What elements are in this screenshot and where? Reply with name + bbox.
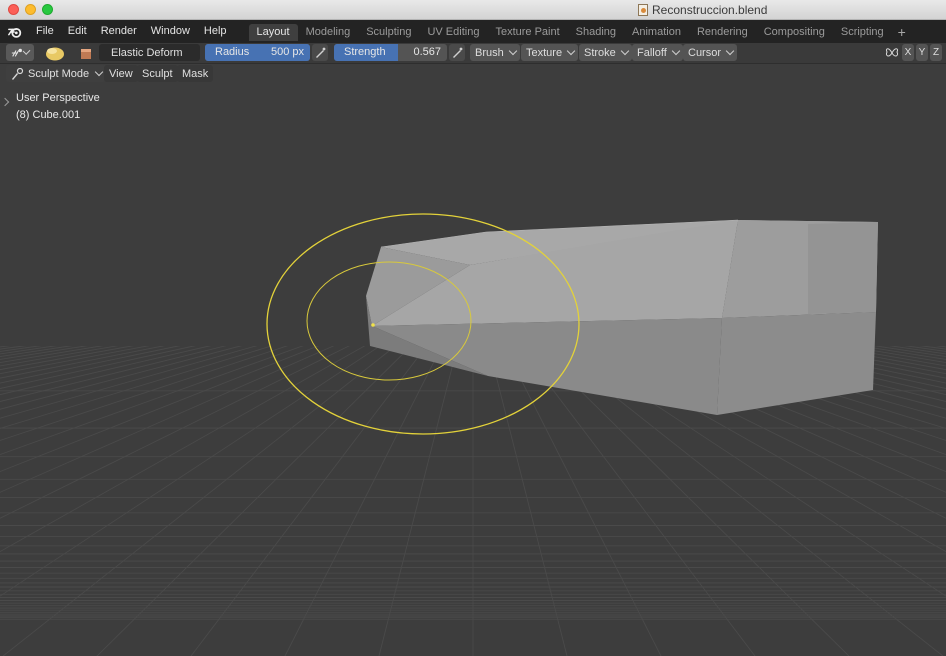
menu-mask-label: Mask	[182, 67, 209, 80]
brush-center-point	[371, 323, 375, 327]
tab-sculpting[interactable]: Sculpting	[358, 24, 419, 41]
chevron-down-icon	[725, 46, 735, 56]
tab-compositing[interactable]: Compositing	[756, 24, 833, 41]
mesh-face-front-bottom	[372, 318, 722, 415]
radius-pressure-button[interactable]	[312, 44, 328, 61]
add-workspace-button[interactable]: +	[892, 24, 912, 41]
symmetry-z-toggle[interactable]: Z	[930, 44, 942, 61]
brush-name: Elastic Deform	[111, 46, 183, 59]
butterfly-symmetry-icon	[886, 47, 898, 56]
strength-label: Strength	[344, 46, 386, 58]
menu-mask[interactable]: Mask	[177, 65, 214, 82]
viewport-header: Sculpt Mode View Sculpt Mask	[0, 64, 946, 84]
menu-file[interactable]: File	[30, 20, 62, 43]
sculpt-brush-icon	[12, 67, 24, 80]
menu-help[interactable]: Help	[198, 20, 235, 43]
brush-preview[interactable]	[40, 44, 68, 61]
brush-texture-icon	[81, 48, 91, 59]
falloff-dropdown-label: Falloff	[637, 46, 667, 59]
tab-uv-editing[interactable]: UV Editing	[419, 24, 487, 41]
pen-pressure-icon	[453, 47, 463, 58]
texture-dropdown-label: Texture	[526, 46, 563, 59]
symmetry-y-toggle[interactable]: Y	[916, 44, 928, 61]
strength-slider[interactable]: Strength 0.567	[334, 44, 447, 61]
blend-file-icon	[638, 4, 648, 16]
tab-shading[interactable]: Shading	[568, 24, 624, 41]
tool-settings-header: Elastic Deform Radius 500 px Strength 0.…	[0, 43, 946, 64]
pen-pressure-icon	[316, 47, 326, 58]
tab-modeling[interactable]: Modeling	[298, 24, 359, 41]
tab-rendering[interactable]: Rendering	[689, 24, 756, 41]
chevron-down-icon	[22, 47, 31, 55]
3d-viewport[interactable]: User Perspective (8) Cube.001	[0, 84, 946, 656]
window-title-bar: Reconstruccion.blend	[0, 0, 946, 20]
symmetry-icon	[884, 44, 900, 61]
chevron-down-icon	[671, 46, 681, 56]
viewport-object-label: (8) Cube.001	[16, 109, 81, 121]
tool-select-dropdown[interactable]	[6, 44, 34, 61]
viewport-canvas[interactable]	[0, 84, 946, 656]
axis-z-label: Z	[932, 47, 940, 58]
falloff-dropdown[interactable]: Falloff	[632, 44, 683, 61]
radius-slider[interactable]: Radius 500 px	[205, 44, 310, 61]
brush-dropdown[interactable]: Brush	[470, 44, 520, 61]
mode-label: Sculpt Mode	[28, 67, 90, 80]
menu-render[interactable]: Render	[95, 20, 145, 43]
chevron-down-icon	[94, 67, 104, 77]
zoom-window-button[interactable]	[42, 4, 53, 15]
brush-sphere-icon	[46, 47, 64, 61]
chevron-down-icon	[620, 46, 630, 56]
stroke-dropdown[interactable]: Stroke	[579, 44, 632, 61]
cursor-dropdown[interactable]: Cursor	[683, 44, 738, 61]
blender-logo-icon[interactable]	[8, 25, 22, 39]
brush-data-icon[interactable]	[76, 44, 96, 61]
menu-view[interactable]: View	[104, 65, 138, 82]
mode-dropdown[interactable]: Sculpt Mode	[6, 65, 107, 82]
window-title-text: Reconstruccion.blend	[652, 3, 768, 17]
minimize-window-button[interactable]	[25, 4, 36, 15]
brush-dropdown-label: Brush	[475, 46, 504, 59]
menu-sculpt-label: Sculpt	[142, 67, 173, 80]
mesh-face-right-panel	[808, 222, 878, 314]
workspace-tabs: Layout Modeling Sculpting UV Editing Tex…	[248, 22, 912, 41]
tab-animation[interactable]: Animation	[624, 24, 689, 41]
mesh-object[interactable]	[366, 219, 878, 415]
tab-texture-paint[interactable]: Texture Paint	[487, 24, 567, 41]
strength-value: 0.567	[413, 46, 441, 58]
symmetry-x-toggle[interactable]: X	[902, 44, 914, 61]
tab-scripting[interactable]: Scripting	[833, 24, 892, 41]
radius-label: Radius	[215, 46, 250, 58]
radius-value: 500 px	[270, 46, 304, 58]
sculpt-tool-icon	[11, 48, 22, 57]
window-title: Reconstruccion.blend	[638, 2, 767, 18]
brush-name-field[interactable]: Elastic Deform	[99, 44, 200, 61]
menu-sculpt[interactable]: Sculpt	[137, 65, 178, 82]
chevron-down-icon	[508, 46, 517, 56]
menu-view-label: View	[109, 67, 133, 80]
texture-dropdown[interactable]: Texture	[521, 44, 579, 61]
menu-edit[interactable]: Edit	[62, 20, 95, 43]
close-window-button[interactable]	[8, 4, 19, 15]
top-menu-bar: File Edit Render Window Help Layout Mode…	[0, 20, 946, 43]
viewport-perspective-label: User Perspective	[16, 92, 100, 104]
strength-pressure-button[interactable]	[449, 44, 465, 61]
chevron-down-icon	[566, 46, 576, 56]
stroke-dropdown-label: Stroke	[584, 46, 616, 59]
menu-window[interactable]: Window	[145, 20, 198, 43]
tab-layout[interactable]: Layout	[248, 24, 298, 41]
axis-x-label: X	[904, 47, 912, 58]
cursor-dropdown-label: Cursor	[688, 46, 722, 59]
axis-y-label: Y	[918, 47, 926, 58]
